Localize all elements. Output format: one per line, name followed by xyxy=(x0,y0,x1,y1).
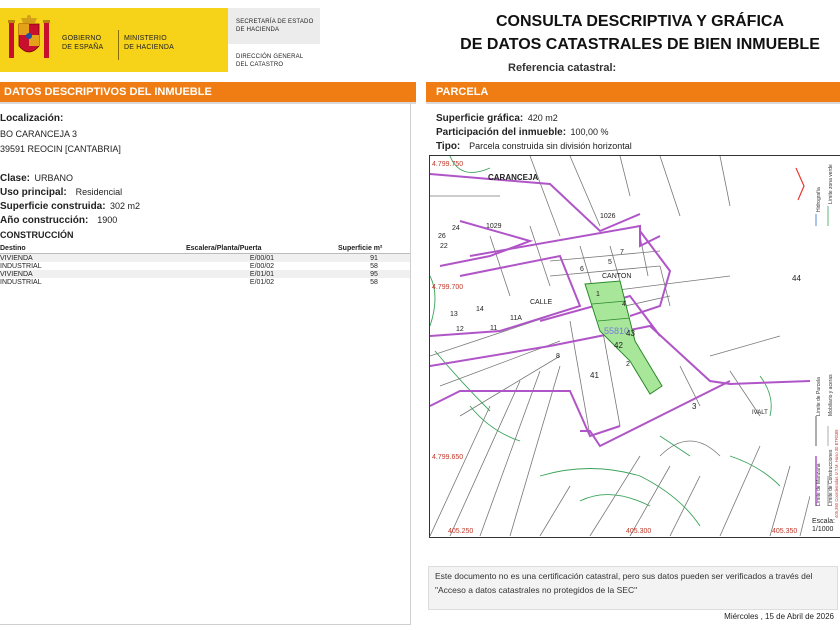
legend-coordinates: 405,350 Coordenadas U.T.M. Huso 30 ETRS8… xyxy=(834,429,839,518)
disclaimer-note: Este documento no es una certificación c… xyxy=(428,566,838,610)
reference-label: Referencia catastral: xyxy=(508,62,617,74)
canton-label: CANTON xyxy=(602,273,631,280)
map-num-11: 11 xyxy=(490,325,497,332)
map-num-26: 26 xyxy=(438,233,446,240)
legend-mobiliario: Mobiliario y aceras xyxy=(828,374,834,416)
map-num-5: 5 xyxy=(608,259,612,266)
map-num-13: 13 xyxy=(450,311,458,318)
coord-x-1: 405.250 xyxy=(448,528,473,535)
cadastral-map[interactable]: CARANCEJA CALLE CANTON 4.799.750 4.799.7… xyxy=(430,156,810,536)
title-line-2: DE DATOS CATASTRALES DE BIEN INMUEBLE xyxy=(460,36,820,53)
direccion-line-1: DIRECCIÓN GENERAL xyxy=(236,54,304,60)
map-num-8: 8 xyxy=(556,353,560,360)
map-legend: Límite de Manzana Límite de Parcela Lími… xyxy=(812,156,840,518)
scale-value: 1/1000 xyxy=(812,526,834,533)
coord-x-3: 405.350 xyxy=(772,528,797,535)
tipo-value: Parcela construida sin división horizont… xyxy=(469,141,632,151)
right-bar-shadow xyxy=(426,102,840,104)
gov-line-1: GOBIERNO xyxy=(62,35,102,42)
coord-y-2: 4.799.700 xyxy=(432,284,463,291)
coord-y-1: 4.799.750 xyxy=(432,161,463,168)
left-section-bar: DATOS DESCRIPTIVOS DEL INMUEBLE xyxy=(0,82,416,102)
map-num-3: 3 xyxy=(692,402,697,411)
document-date: Miércoles , 15 de Abril de 2026 xyxy=(724,612,834,621)
map-num-1: 1 xyxy=(596,291,600,298)
left-panel-frame xyxy=(0,102,411,625)
scale-box: Escala: 1/1000 xyxy=(812,518,840,536)
legend-hidrografia: Hidrografía xyxy=(816,187,822,212)
map-num-43: 43 xyxy=(626,329,635,338)
right-section-bar: PARCELA xyxy=(426,82,840,102)
direccion-line-2: DEL CATASTRO xyxy=(236,62,284,68)
map-num-1026: 1026 xyxy=(600,213,616,220)
map-num-41: 41 xyxy=(590,371,599,380)
document-title: CONSULTA DESCRIPTIVA Y GRÁFICA DE DATOS … xyxy=(440,10,840,56)
ministry-line-1: MINISTERIO xyxy=(124,35,167,42)
map-ivalt-label: IVALT xyxy=(752,410,768,416)
legend-manzana: Límite de Manzana xyxy=(816,463,822,506)
calle-label: CALLE xyxy=(530,299,553,306)
map-num-4: 4 xyxy=(622,301,626,308)
legend-graphic: Límite de Manzana Límite de Parcela Lími… xyxy=(815,164,839,518)
map-num-1029: 1029 xyxy=(486,223,502,230)
tipo-label: Tipo: xyxy=(436,141,461,152)
map-num-44: 44 xyxy=(792,274,801,283)
map-num-2: 2 xyxy=(626,361,630,368)
map-num-14: 14 xyxy=(476,306,484,313)
map-num-12: 12 xyxy=(456,326,464,333)
scale-label: Escala: xyxy=(812,518,835,525)
ministry-line-2: DE HACIENDA xyxy=(124,44,175,51)
map-num-11a: 11A xyxy=(510,315,522,322)
government-header-block: GOBIERNO DE ESPAÑA MINISTERIO DE HACIEND… xyxy=(0,8,320,72)
coord-y-3: 4.799.650 xyxy=(432,454,463,461)
map-num-22: 22 xyxy=(440,243,448,250)
map-num-24: 24 xyxy=(452,225,460,232)
map-num-6: 6 xyxy=(580,266,584,273)
map-num-42: 42 xyxy=(614,341,623,350)
secretaria-line-2: DE HACIENDA xyxy=(236,27,280,33)
map-num-7: 7 xyxy=(620,249,624,256)
legend-parcela: Límite de Parcela xyxy=(816,377,822,416)
street-label: CARANCEJA xyxy=(488,173,538,182)
gov-divider xyxy=(118,30,119,60)
coord-x-2: 405.300 xyxy=(626,528,651,535)
spain-coat-of-arms-icon xyxy=(8,15,50,58)
legend-zona-verde: Límite zona verde xyxy=(828,164,834,204)
secretaria-line-1: SECRETARÍA DE ESTADO xyxy=(236,19,314,25)
gov-line-2: DE ESPAÑA xyxy=(62,44,104,51)
title-line-1: CONSULTA DESCRIPTIVA Y GRÁFICA xyxy=(495,13,784,30)
